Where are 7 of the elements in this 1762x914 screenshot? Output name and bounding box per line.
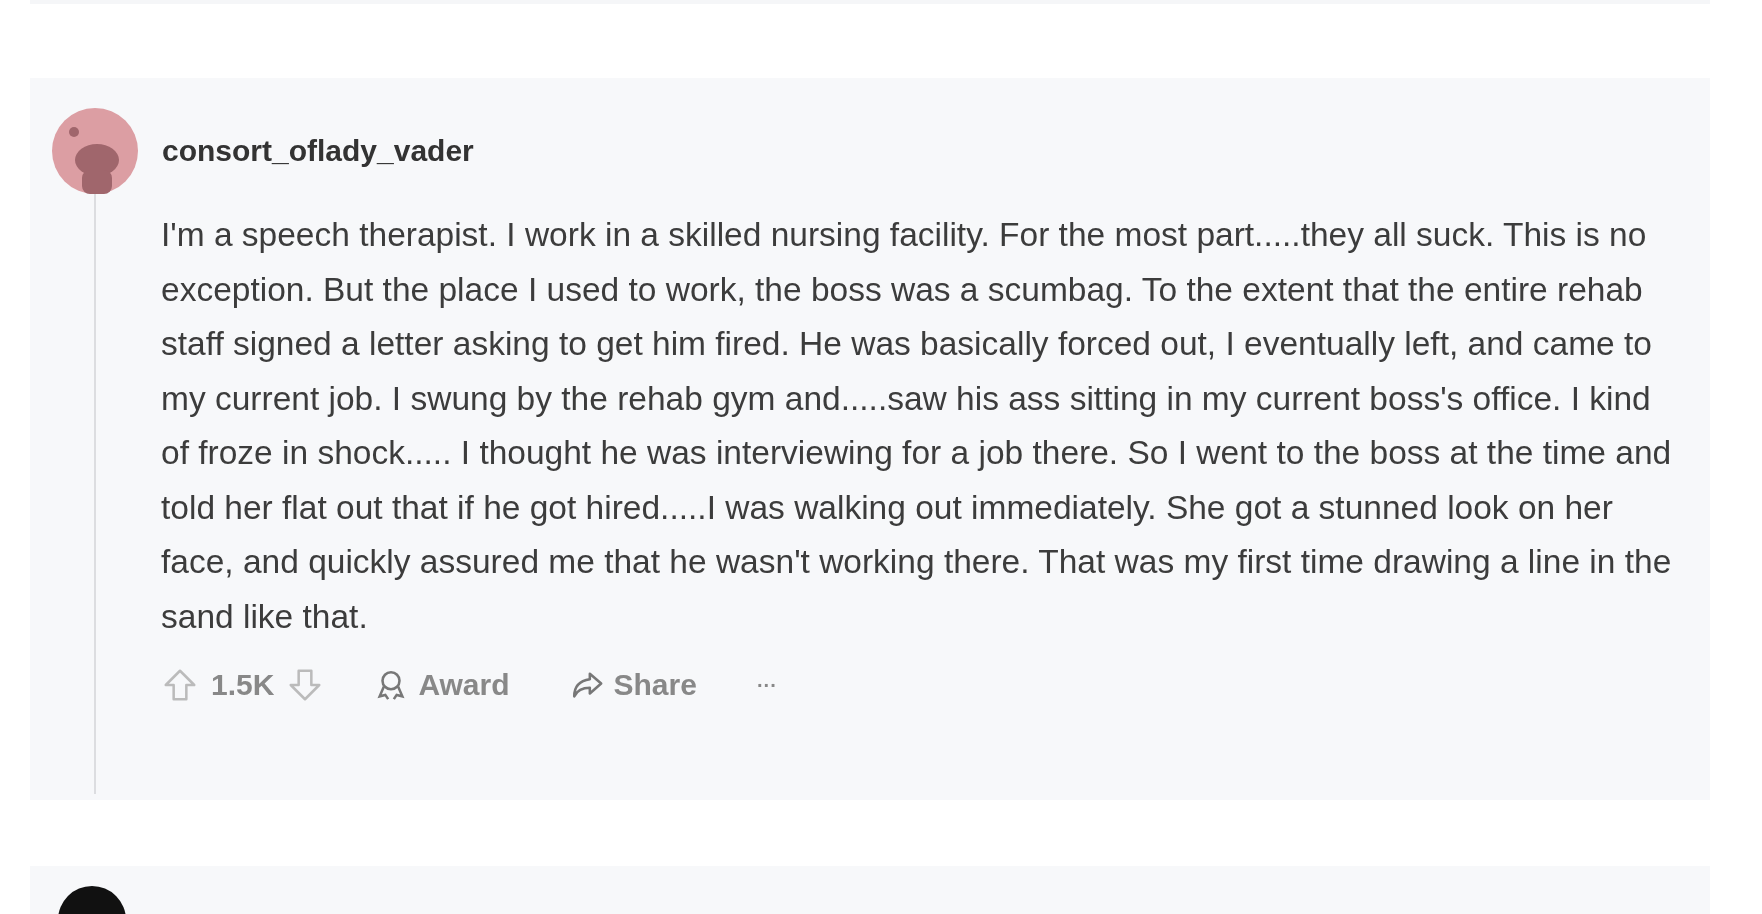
username[interactable]: consort_oflady_vader [162,134,474,168]
award-button[interactable]: Award [364,662,520,708]
more-button[interactable]: ··· [746,667,787,703]
comment-text: I'm a speech therapist. I work in a skilled nursing facility. For the most part.....they all suck. This is no exception. But the place I used to work, the boss was a scumbag. To the extent that the entire rehab staff signed a letter asking to get him fired. He was basically forced out, I eventually left, and came to my current job. I swung by the rehab gym and.....saw his ass sitting in my current boss's office. I kind of froze in shock..... I thought he was interviewing for a job there. So I went to the boss at the time and told her flat out that if he got hired.....I was walking out immediately. She got a stunned look on her face, and quickly assured me that he wasn't working there. That was my first time drawing a line in the sand like that. [161,215,1673,637]
vote-count: 1.5K [211,668,275,702]
avatar-icon [52,108,138,194]
share-button[interactable]: Share [559,662,707,708]
